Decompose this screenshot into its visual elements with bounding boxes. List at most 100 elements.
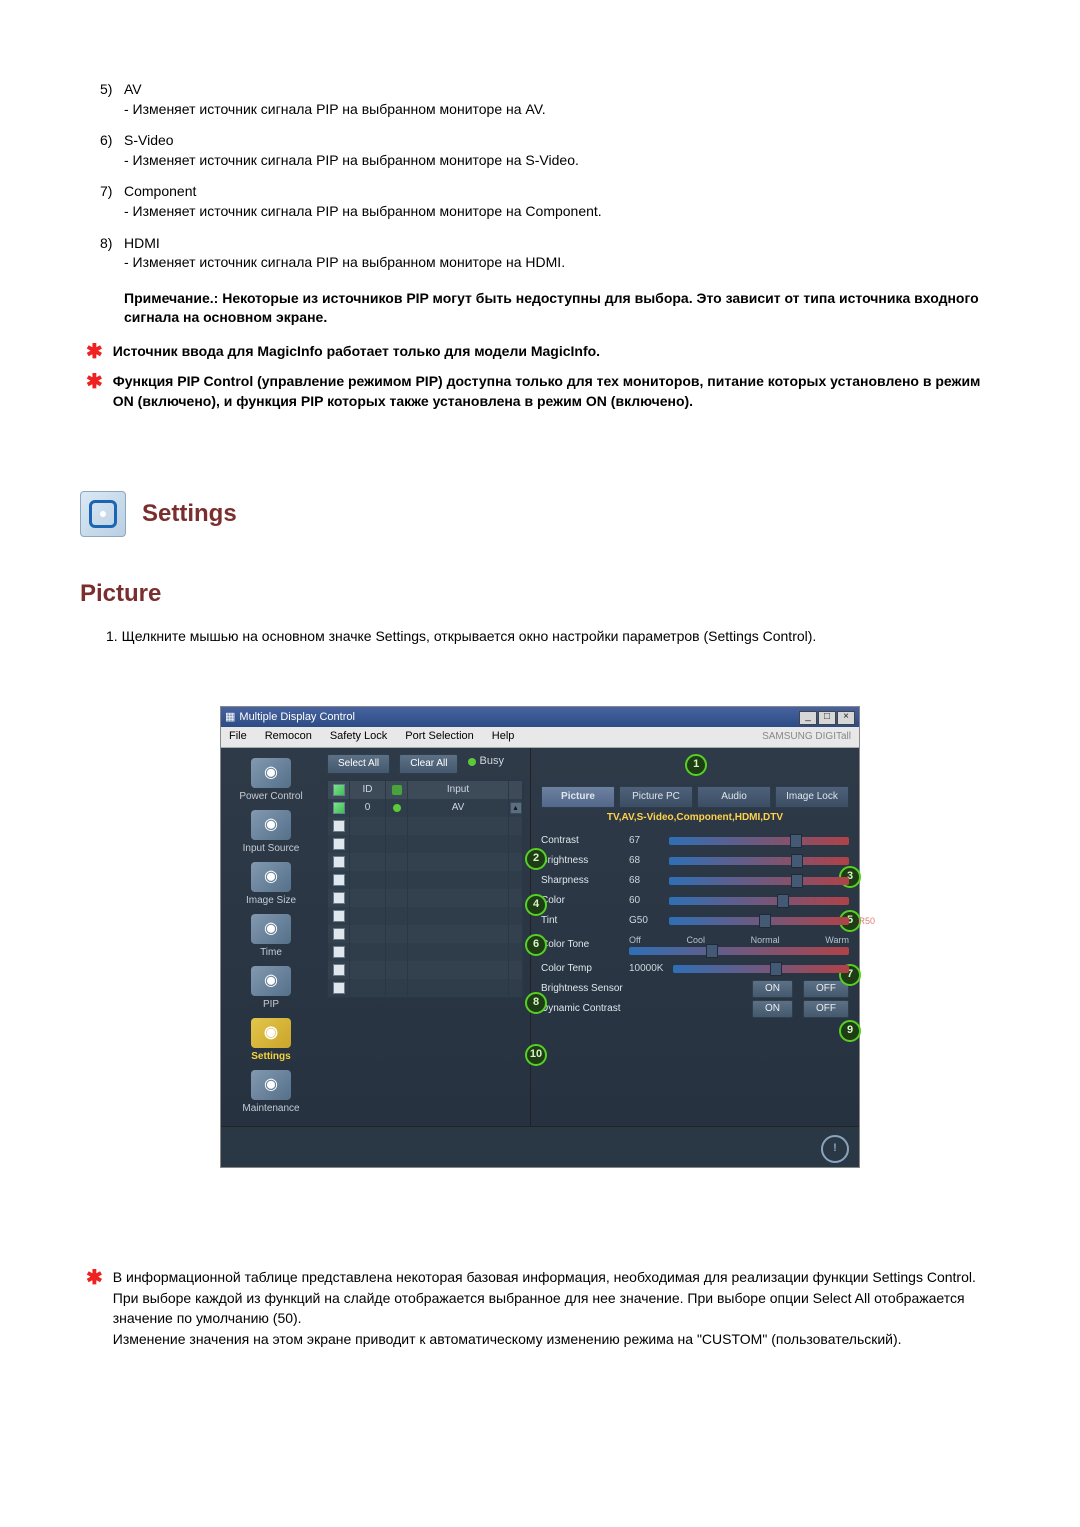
toggle-row: Dynamic Contrast ON OFF bbox=[541, 999, 849, 1019]
slider-label: Color bbox=[541, 894, 629, 908]
row-input bbox=[408, 835, 509, 853]
slider-row: Color 60 bbox=[541, 891, 849, 911]
row-checkbox[interactable] bbox=[333, 856, 345, 868]
slider-value: 67 bbox=[629, 834, 669, 848]
minimize-button[interactable]: _ bbox=[799, 711, 817, 725]
row-checkbox[interactable] bbox=[333, 802, 345, 814]
menu-item[interactable]: Help bbox=[492, 730, 515, 742]
select-all-button[interactable]: Select All bbox=[327, 754, 390, 774]
sidebar-item[interactable]: ◉Maintenance bbox=[221, 1070, 321, 1116]
note-line: При выборе каждой из функций на слайде о… bbox=[113, 1289, 1000, 1328]
row-checkbox[interactable] bbox=[333, 820, 345, 832]
row-id bbox=[350, 835, 386, 853]
row-checkbox[interactable] bbox=[333, 946, 345, 958]
scroll-up-button[interactable]: ▴ bbox=[510, 802, 522, 814]
sidebar-label: Time bbox=[221, 946, 321, 960]
toggle-label: Brightness Sensor bbox=[541, 982, 661, 996]
color-temp-row: Color Temp 10000K bbox=[541, 959, 849, 979]
settings-tab[interactable]: Picture bbox=[541, 786, 615, 808]
settings-tab[interactable]: Image Lock bbox=[775, 786, 849, 808]
sidebar-item[interactable]: ◉Settings bbox=[221, 1018, 321, 1064]
table-row[interactable] bbox=[328, 979, 523, 997]
table-row[interactable] bbox=[328, 871, 523, 889]
statusbar: ! bbox=[221, 1126, 859, 1167]
callout-9: 9 bbox=[839, 1020, 861, 1042]
menu-item[interactable]: Remocon bbox=[265, 730, 312, 742]
sidebar-item[interactable]: ◉Image Size bbox=[221, 862, 321, 908]
row-checkbox[interactable] bbox=[333, 910, 345, 922]
device-table-panel: Select All Clear All Busy ID Input 0 bbox=[321, 748, 531, 1126]
clear-all-button[interactable]: Clear All bbox=[399, 754, 458, 774]
row-id bbox=[350, 961, 386, 979]
menu-item[interactable]: File bbox=[229, 730, 247, 742]
sidebar-item[interactable]: ◉Power Control bbox=[221, 758, 321, 804]
sidebar-icon: ◉ bbox=[251, 1070, 291, 1100]
sidebar-icon: ◉ bbox=[251, 1018, 291, 1048]
source-subtitle: TV,AV,S-Video,Component,HDMI,DTV bbox=[541, 811, 849, 825]
slider-track[interactable] bbox=[669, 877, 849, 885]
table-row[interactable] bbox=[328, 835, 523, 853]
sidebar-icon: ◉ bbox=[251, 758, 291, 788]
table-row[interactable] bbox=[328, 853, 523, 871]
star-note-text: Источник ввода для MagicInfo работает то… bbox=[113, 342, 1000, 362]
settings-tab[interactable]: Picture PC bbox=[619, 786, 693, 808]
close-button[interactable]: × bbox=[837, 711, 855, 725]
slider-label: Sharpness bbox=[541, 874, 629, 888]
row-checkbox[interactable] bbox=[333, 928, 345, 940]
table-row[interactable] bbox=[328, 925, 523, 943]
settings-tab[interactable]: Audio bbox=[697, 786, 771, 808]
sidebar-item[interactable]: ◉Input Source bbox=[221, 810, 321, 856]
device-table: ID Input 0 AV ▴ bbox=[327, 780, 524, 998]
table-row[interactable]: 0 AV ▴ bbox=[328, 799, 523, 817]
slider-row: Contrast 67 bbox=[541, 831, 849, 851]
color-temp-label: Color Temp bbox=[541, 962, 629, 976]
pip-source-list: 5)AV- Изменяет источник сигнала PIP на в… bbox=[100, 80, 1000, 273]
toggle-off-button[interactable]: OFF bbox=[803, 1000, 849, 1018]
table-row[interactable] bbox=[328, 889, 523, 907]
slider-track[interactable] bbox=[669, 917, 849, 925]
sidebar-icon: ◉ bbox=[251, 966, 291, 996]
header-checkbox[interactable] bbox=[333, 784, 345, 796]
menu-item[interactable]: Safety Lock bbox=[330, 730, 387, 742]
color-tone-option: Warm bbox=[825, 934, 849, 947]
row-id bbox=[350, 943, 386, 961]
row-checkbox[interactable] bbox=[333, 964, 345, 976]
item-title: HDMI bbox=[124, 234, 160, 254]
item-ordinal: 5) bbox=[100, 80, 124, 100]
menubar: File Remocon Safety Lock Port Selection Help… bbox=[221, 727, 859, 747]
warning-icon: ! bbox=[821, 1135, 849, 1163]
row-checkbox[interactable] bbox=[333, 982, 345, 994]
sidebar-item[interactable]: ◉PIP bbox=[221, 966, 321, 1012]
color-temp-slider[interactable] bbox=[673, 965, 849, 973]
color-tone-option: Cool bbox=[686, 934, 705, 947]
row-input: AV bbox=[408, 799, 509, 817]
row-checkbox[interactable] bbox=[333, 892, 345, 904]
row-checkbox[interactable] bbox=[333, 838, 345, 850]
toggle-row: Brightness Sensor ON OFF bbox=[541, 979, 849, 999]
maximize-button[interactable]: □ bbox=[818, 711, 836, 725]
toggle-on-button[interactable]: ON bbox=[752, 980, 793, 998]
callout-1: 1 bbox=[685, 754, 707, 776]
toggle-on-button[interactable]: ON bbox=[752, 1000, 793, 1018]
table-row[interactable] bbox=[328, 907, 523, 925]
table-row[interactable] bbox=[328, 817, 523, 835]
sidebar-label: Input Source bbox=[221, 842, 321, 856]
row-checkbox[interactable] bbox=[333, 874, 345, 886]
sidebar-item[interactable]: ◉Time bbox=[221, 914, 321, 960]
slider-track[interactable] bbox=[669, 857, 849, 865]
menu-item[interactable]: Port Selection bbox=[405, 730, 473, 742]
color-tone-slider[interactable] bbox=[629, 947, 849, 955]
header-status-icon bbox=[392, 785, 402, 795]
sidebar: ◉Power Control◉Input Source◉Image Size◉T… bbox=[221, 748, 321, 1126]
table-row[interactable] bbox=[328, 961, 523, 979]
callout-6: 6 bbox=[525, 934, 547, 956]
slider-row: Brightness 68 bbox=[541, 851, 849, 871]
star-icon: ✱ bbox=[86, 372, 103, 411]
picture-step: 1. Щелкните мышью на основном значке Set… bbox=[106, 627, 1000, 647]
settings-section-icon bbox=[80, 491, 126, 537]
table-row[interactable] bbox=[328, 943, 523, 961]
slider-track[interactable] bbox=[669, 897, 849, 905]
slider-track[interactable] bbox=[669, 837, 849, 845]
slider-row: Sharpness 68 bbox=[541, 871, 849, 891]
busy-label: Busy bbox=[480, 754, 504, 769]
